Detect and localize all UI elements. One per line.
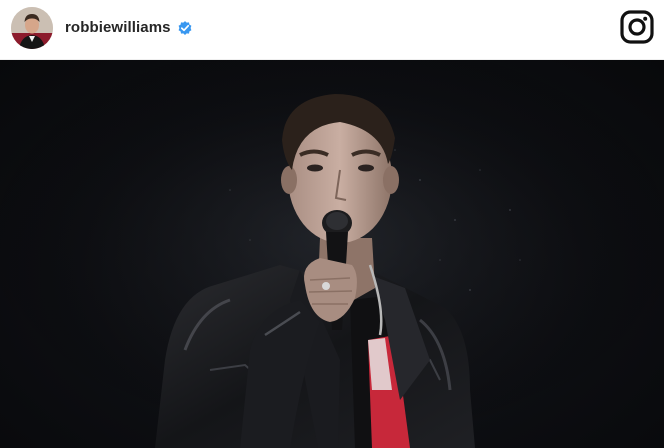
post-photo[interactable] [0,60,664,448]
performer-photo [0,60,664,448]
username-link[interactable]: robbiewilliams [65,19,171,36]
profile-avatar[interactable] [11,7,53,49]
instagram-logo-icon[interactable] [618,8,656,46]
verified-badge-icon [178,21,192,35]
instagram-post: robbiewilliams [0,0,664,448]
post-header: robbiewilliams [0,0,664,60]
